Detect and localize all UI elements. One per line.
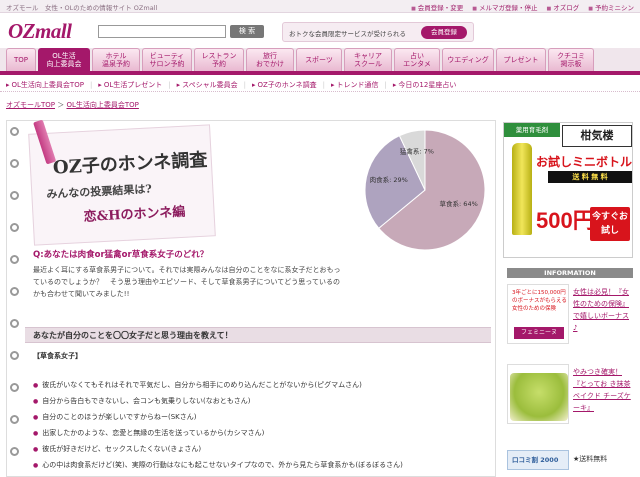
- breadcrumb: オズモールTOP ＞ OL生活向上委員会TOP: [6, 100, 139, 110]
- pie-label-0: 草食系: 64%: [440, 199, 478, 208]
- subnav-ol-top[interactable]: OL生活向上委員会TOP: [6, 80, 84, 90]
- information-heading: INFORMATION: [507, 268, 633, 278]
- insurance-thumbnail[interactable]: 3年ごとに150,000円のボーナスがもらえる女性のための保険 フェミニーヌ: [507, 284, 569, 344]
- info-item-coupon[interactable]: 口コミ割 2000 ★送料無料: [507, 450, 633, 477]
- ring-icon: [10, 223, 19, 232]
- answer-item: 自分のことのほうが楽しいですからねー(SKさん): [33, 410, 493, 426]
- ring-icon: [10, 351, 19, 360]
- subnav-survey[interactable]: OZ子のホンネ調査: [252, 80, 317, 90]
- nav-top[interactable]: TOP: [6, 48, 36, 71]
- subnav-trend[interactable]: トレンド通信: [331, 80, 379, 90]
- nav-career[interactable]: キャリア スクール: [344, 48, 392, 71]
- bottle-icon: [512, 143, 532, 235]
- nav-fortune[interactable]: 占い エンタメ: [394, 48, 440, 71]
- nav-restaurant[interactable]: レストラン 予約: [194, 48, 244, 71]
- survey-question: Q:あなたは肉食or猛禽or草食系女子のどれ？: [33, 250, 209, 260]
- ring-icon: [10, 127, 19, 136]
- ad-price: 500円: [536, 208, 595, 233]
- answer-item: 自分から告白もできないし、会コンも気乗りしない(なおともさん): [33, 394, 493, 410]
- ring-icon: [10, 159, 19, 168]
- ring-icon: [10, 255, 19, 264]
- main-nav: TOP OL生活 向上委員会 ホテル 温泉予約 ビューティ サロン予約 レストラ…: [0, 48, 640, 75]
- header: OZmall 検 索 おトクな会員限定サービスが受けられる 会員登録: [0, 13, 640, 46]
- nav-present[interactable]: プレゼント: [496, 48, 546, 71]
- cheesecake-thumbnail[interactable]: [507, 364, 569, 424]
- breadcrumb-sep: ＞: [55, 101, 67, 109]
- main-panel: OZ子のホンネ調査 みんなの投票結果は? 恋&Hのホンネ編 草食系: 64% 肉食…: [6, 119, 496, 477]
- survey-intro: 最近よく耳にする草食系男子について。それでは実際みんなは自分のことをなに系女子だ…: [33, 266, 341, 298]
- subnav-special[interactable]: スペシャル委員会: [177, 80, 238, 90]
- survey-title: OZ子のホンネ調査: [52, 149, 208, 179]
- promo-text: おトクな会員限定サービスが受けられる: [289, 30, 406, 38]
- reason-heading: あなたが自分のことを〇〇女子だと思う理由を教えて！: [25, 327, 491, 343]
- cheesecake-image: [510, 373, 568, 421]
- answer-list: 彼氏がいなくてもそれはそれで平気だし、自分から相手にのめり込んだことがないから(…: [33, 378, 493, 474]
- free-shipping-text: ★送料無料: [573, 455, 608, 463]
- register-button[interactable]: 会員登録: [421, 26, 467, 39]
- ozlog-link[interactable]: オズログ: [547, 2, 579, 12]
- sidebar-ad[interactable]: 薬用育毛剤 柑気楼 お試しミニボトル 送 料 無 料 500円 今すぐお試し: [503, 122, 633, 258]
- nav-hotel[interactable]: ホテル 温泉予約: [92, 48, 140, 71]
- ring-icon: [10, 191, 19, 200]
- ring-icon: [10, 287, 19, 296]
- notebook-rings: [7, 121, 23, 477]
- ad-brand: 柑気楼: [562, 125, 632, 147]
- ad-free-shipping: 送 料 無 料: [548, 171, 632, 183]
- answer-item: 彼氏がいなくてもそれはそれで平気だし、自分から相手にのめり込んだことがないから(…: [33, 378, 493, 394]
- cheesecake-link[interactable]: やみつき確実！『とってお き抹茶ベイクド チーズケーキ』: [573, 366, 633, 414]
- nav-travel[interactable]: 旅行 おでかけ: [246, 48, 294, 71]
- insurance-brand: フェミニーヌ: [514, 327, 564, 339]
- nav-board[interactable]: クチコミ 掲示板: [548, 48, 594, 71]
- nav-sports[interactable]: スポーツ: [296, 48, 342, 71]
- pie-label-1: 肉食系: 29%: [370, 175, 408, 184]
- nav-ol-life[interactable]: OL生活 向上委員会: [38, 48, 90, 71]
- ad-try-button[interactable]: 今すぐお試し: [590, 207, 630, 241]
- info-item-insurance[interactable]: 3年ごとに150,000円のボーナスがもらえる女性のための保険 フェミニーヌ 女…: [507, 284, 633, 344]
- site-tagline: オズモール 女性・OLのための情報サイト OZmall: [6, 4, 158, 12]
- member-promo: おトクな会員限定サービスが受けられる 会員登録: [282, 22, 474, 42]
- breadcrumb-current[interactable]: OL生活向上委員会TOP: [66, 101, 138, 109]
- answer-item: 出家したかのような、恋愛と無縁の生活を送っているから(カシマさん): [33, 426, 493, 442]
- search-button[interactable]: 検 索: [230, 25, 264, 38]
- answer-item: 心の中は肉食系だけど(笑)、実際の行動はなにも起こせないタイプなので、外から見た…: [33, 458, 493, 474]
- sub-nav: OL生活向上委員会TOP| OL生活プレゼント| スペシャル委員会| OZ子のホ…: [0, 78, 640, 92]
- pie-label-2: 猛禽系: 7%: [400, 147, 434, 156]
- herbivore-heading: 【草食系女子】: [33, 352, 82, 360]
- top-strip: オズモール 女性・OLのための情報サイト OZmall 会員登録・変更 メルマガ…: [0, 0, 640, 13]
- ring-icon: [10, 319, 19, 328]
- survey-subtitle: みんなの投票結果は?: [46, 182, 153, 201]
- ring-icon: [10, 447, 19, 456]
- nav-beauty[interactable]: ビューティ サロン予約: [142, 48, 192, 71]
- result-pie-chart: 草食系: 64% 肉食系: 29% 猛禽系: 7%: [364, 129, 486, 251]
- subnav-horoscope[interactable]: 今日の12星座占い: [393, 80, 456, 90]
- ring-icon: [10, 415, 19, 424]
- search-input[interactable]: [98, 25, 226, 38]
- mailmag-link[interactable]: メルマガ登録・停止: [472, 2, 538, 12]
- subnav-present[interactable]: OL生活プレゼント: [98, 80, 162, 90]
- answer-item: 彼氏が好きだけど、セックスしたくない(きょさん): [33, 442, 493, 458]
- coupon-banner[interactable]: 口コミ割 2000: [507, 450, 569, 470]
- reservation-link[interactable]: 予約ミニシン: [588, 2, 634, 12]
- survey-edition: 恋&Hのホンネ編: [83, 204, 186, 226]
- top-links: 会員登録・変更 メルマガ登録・停止 オズログ 予約ミニシン: [411, 2, 634, 12]
- insurance-thumb-text: 3年ごとに150,000円のボーナスがもらえる女性のための保険: [512, 290, 567, 312]
- insurance-link[interactable]: 女性は必見！『女性のための保険』で嬉しいボーナス♪: [573, 286, 633, 334]
- site-logo[interactable]: OZmall: [8, 19, 72, 44]
- member-register-link[interactable]: 会員登録・変更: [411, 2, 464, 12]
- ring-icon: [10, 383, 19, 392]
- survey-title-card: OZ子のホンネ調査 みんなの投票結果は? 恋&Hのホンネ編: [28, 119, 216, 246]
- info-item-cheesecake[interactable]: やみつき確実！『とってお き抹茶ベイクド チーズケーキ』: [507, 364, 633, 426]
- nav-wedding[interactable]: ウエディング: [442, 48, 494, 71]
- breadcrumb-home[interactable]: オズモールTOP: [6, 101, 55, 109]
- ad-tag: 薬用育毛剤: [504, 123, 560, 137]
- ad-headline: お試しミニボトル: [536, 155, 633, 169]
